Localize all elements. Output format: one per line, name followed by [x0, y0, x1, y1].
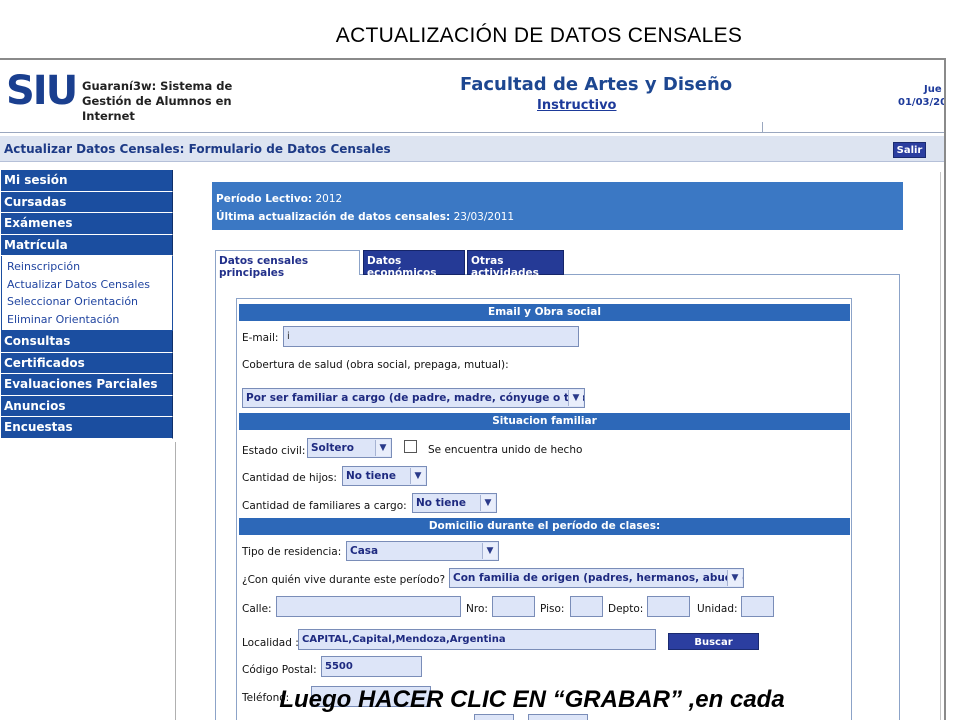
sidebar-menu: Mi sesión Cursadas Exámenes Matrícula Re…: [1, 170, 173, 439]
familiares-label: Cantidad de familiares a cargo:: [242, 500, 407, 512]
chevron-down-icon: ▼: [410, 468, 425, 484]
content-border: [940, 172, 941, 720]
chevron-down-icon: ▼: [568, 390, 583, 406]
menu-item-consultas[interactable]: Consultas: [1, 331, 173, 353]
section-familiar: Situacion familiar: [239, 413, 850, 430]
periodo-value: 2012: [315, 193, 343, 205]
codigo-postal-input[interactable]: 5500: [321, 656, 422, 677]
slide-title: ACTUALIZACIÓN DE DATOS CENSALES: [335, 24, 743, 47]
unidad-input[interactable]: [741, 596, 774, 617]
section-email: Email y Obra social: [239, 304, 850, 321]
menu-item-examenes[interactable]: Exámenes: [1, 213, 173, 235]
submenu-item-eliminar-orientacion[interactable]: Eliminar Orientación: [7, 311, 172, 329]
header-divider: [0, 132, 944, 133]
siu-logo: SIU: [6, 68, 78, 114]
estado-civil-value: Soltero: [311, 442, 354, 454]
unido-label: Se encuentra unido de hecho: [428, 444, 583, 456]
convive-select[interactable]: Con familia de origen (padres, hermanos,…: [449, 568, 744, 588]
calle-label: Calle:: [242, 603, 272, 615]
info-box: Período Lectivo: 2012 Última actualizaci…: [212, 182, 903, 230]
calle-input[interactable]: [276, 596, 461, 617]
familiares-value: No tiene: [416, 497, 466, 509]
salir-button[interactable]: Salir: [893, 142, 926, 158]
menu-item-cursadas[interactable]: Cursadas: [1, 191, 173, 213]
cobertura-label: Cobertura de salud (obra social, prepaga…: [242, 359, 509, 371]
submenu-item-reinscripcion[interactable]: Reinscripción: [7, 258, 172, 276]
sidebar-border: [0, 442, 176, 720]
page-title-bar: Actualizar Datos Censales: Formulario de…: [0, 136, 944, 162]
menu-item-certificados[interactable]: Certificados: [1, 352, 173, 374]
unido-checkbox[interactable]: [404, 440, 417, 453]
slide-caption: Luego HACER CLIC EN “GRABAR” ,en cada: [279, 686, 785, 713]
residencia-select[interactable]: Casa ▼: [346, 541, 499, 561]
estado-civil-select[interactable]: Soltero ▼: [307, 438, 392, 458]
hijos-value: No tiene: [346, 470, 396, 482]
menu-item-mi-sesion[interactable]: Mi sesión: [1, 170, 173, 192]
residencia-label: Tipo de residencia:: [242, 546, 342, 558]
matricula-submenu: Reinscripción Actualizar Datos Censales …: [1, 256, 173, 331]
depto-input[interactable]: [647, 596, 690, 617]
estado-civil-label: Estado civil:: [242, 445, 306, 457]
periodo-label: Período Lectivo:: [216, 193, 313, 205]
page-title: Actualizar Datos Censales: Formulario de…: [4, 142, 391, 156]
depto-label: Depto:: [608, 603, 644, 615]
unidad-label: Unidad:: [697, 603, 738, 615]
localidad-label: Localidad :: [242, 637, 299, 649]
familiares-select[interactable]: No tiene ▼: [412, 493, 497, 513]
extra-input-2[interactable]: [528, 714, 588, 720]
actualizacion-value: 23/03/2011: [453, 211, 515, 223]
hijos-label: Cantidad de hijos:: [242, 472, 337, 484]
email-input[interactable]: i: [283, 326, 579, 347]
section-domicilio: Domicilio durante el período de clases:: [239, 518, 850, 535]
header-divider-vertical: [762, 122, 763, 132]
actualizacion-label: Última actualización de datos censales:: [216, 211, 451, 223]
tab-datos-censales[interactable]: Datos censales principales: [215, 250, 360, 279]
codigo-postal-label: Código Postal:: [242, 664, 317, 676]
faculty-name: Facultad de Artes y Diseño: [460, 74, 733, 95]
cobertura-value: Por ser familiar a cargo (de padre, madr…: [246, 392, 585, 404]
header-date: 01/03/20: [898, 97, 946, 108]
tab-otras-actividades[interactable]: Otras actividades: [467, 250, 564, 279]
convive-value: Con familia de origen (padres, hermanos,…: [453, 572, 744, 584]
piso-input[interactable]: [570, 596, 603, 617]
residencia-value: Casa: [350, 545, 379, 557]
submenu-item-seleccionar-orientacion[interactable]: Seleccionar Orientación: [7, 293, 172, 311]
chevron-down-icon: ▼: [482, 543, 497, 559]
nro-label: Nro:: [466, 603, 488, 615]
cobertura-select[interactable]: Por ser familiar a cargo (de padre, madr…: [242, 388, 585, 408]
header-day: Jue: [924, 84, 942, 95]
buscar-localidad-button[interactable]: Buscar Localidad: [668, 633, 759, 665]
system-name: Guaraní3w: Sistema de Gestión de Alumnos…: [82, 79, 233, 123]
menu-item-anuncios[interactable]: Anuncios: [1, 395, 173, 417]
hijos-select[interactable]: No tiene ▼: [342, 466, 427, 486]
submenu-item-actualizar-datos[interactable]: Actualizar Datos Censales: [7, 276, 172, 294]
convive-label: ¿Con quién vive durante este período?: [242, 574, 446, 586]
menu-item-matricula[interactable]: Matrícula: [1, 234, 173, 256]
localidad-input[interactable]: CAPITAL,Capital,Mendoza,Argentina: [298, 629, 656, 650]
chevron-down-icon: ▼: [727, 570, 742, 586]
slide: ACTUALIZACIÓN DE DATOS CENSALES SIU Guar…: [0, 0, 960, 720]
chevron-down-icon: ▼: [480, 495, 495, 511]
email-label: E-mail:: [242, 332, 279, 344]
menu-item-evaluaciones[interactable]: Evaluaciones Parciales: [1, 374, 173, 396]
nro-input[interactable]: [492, 596, 535, 617]
menu-item-encuestas[interactable]: Encuestas: [1, 417, 173, 439]
piso-label: Piso:: [540, 603, 565, 615]
browser-screenshot: SIU Guaraní3w: Sistema de Gestión de Alu…: [0, 58, 946, 720]
chevron-down-icon: ▼: [375, 440, 390, 456]
tab-datos-economicos[interactable]: Datos económicos: [363, 250, 465, 279]
header: SIU Guaraní3w: Sistema de Gestión de Alu…: [0, 60, 946, 132]
extra-input-1[interactable]: [474, 714, 514, 720]
instructivo-link[interactable]: Instructivo: [537, 98, 617, 113]
